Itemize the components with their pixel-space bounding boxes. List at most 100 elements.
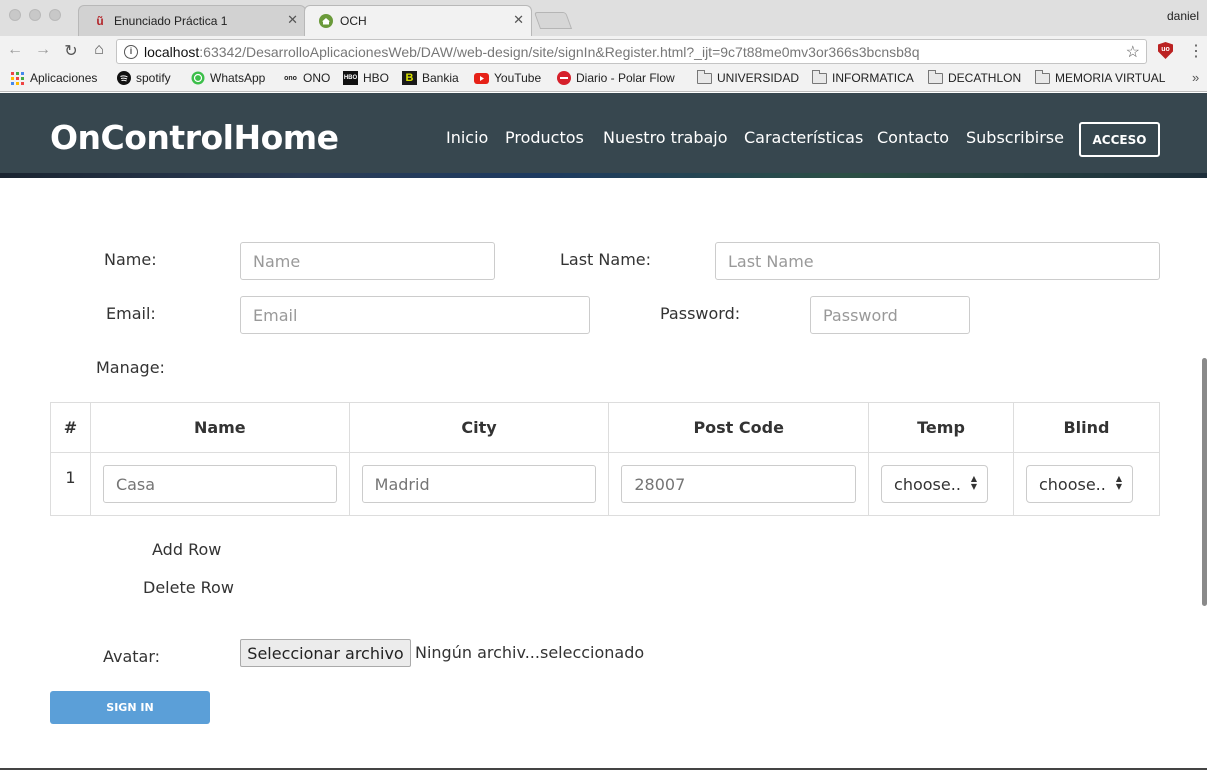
- column-header-blind: Blind: [1012, 402, 1161, 453]
- minimize-window-button[interactable]: [29, 9, 41, 21]
- reload-icon[interactable]: ↻: [62, 41, 80, 61]
- bookmark-label: Bankia: [422, 71, 459, 85]
- bookmark-label: YouTube: [494, 71, 542, 85]
- tab-och[interactable]: OCH ✕: [304, 5, 532, 36]
- hbo-icon: HBO: [343, 71, 358, 85]
- maximize-window-button[interactable]: [49, 9, 61, 21]
- address-bar[interactable]: i localhost :63342/DesarrolloAplicacione…: [116, 39, 1147, 64]
- email-input[interactable]: [240, 296, 590, 334]
- nav-link-inicio[interactable]: Inicio: [446, 128, 488, 147]
- nav-link-caracteristicas[interactable]: Características: [744, 128, 863, 147]
- table-header-row: # Name City Post Code Temp Blind: [50, 402, 1161, 453]
- folder-icon: [812, 69, 827, 85]
- bookmark-aplicaciones[interactable]: Aplicaciones: [10, 71, 97, 85]
- tab-enunciado[interactable]: ũ Enunciado Práctica 1 ✕: [78, 5, 306, 36]
- avatar-label: Avatar:: [103, 647, 161, 666]
- add-row-button[interactable]: Add Row: [152, 540, 221, 559]
- ono-icon: ono: [284, 74, 297, 82]
- manage-table: # Name City Post Code Temp Blind 1 choos…: [50, 402, 1161, 516]
- bookmark-label: ONO: [303, 71, 331, 85]
- new-tab-button[interactable]: [533, 12, 573, 29]
- bookmark-label: WhatsApp: [210, 71, 266, 85]
- bookmark-label: UNIVERSIDAD: [717, 71, 800, 85]
- back-arrow-icon[interactable]: ←: [6, 41, 24, 59]
- tab-title: Enunciado Práctica 1: [114, 13, 228, 28]
- password-label: Password:: [660, 304, 741, 323]
- acceso-button[interactable]: ACCESO: [1079, 122, 1160, 157]
- bookmark-folder-informatica[interactable]: INFORMATICA: [812, 69, 914, 85]
- lastname-input[interactable]: [715, 242, 1160, 280]
- url-host: localhost: [144, 43, 200, 60]
- header-image-strip: [0, 173, 1207, 178]
- name-input[interactable]: [240, 242, 495, 280]
- home-button-icon[interactable]: ⌂: [90, 41, 108, 59]
- university-crest-icon: ũ: [96, 13, 104, 28]
- row-name-input[interactable]: [102, 465, 337, 503]
- delete-row-button[interactable]: Delete Row: [143, 578, 234, 597]
- close-window-button[interactable]: [9, 9, 21, 21]
- table-row: 1 choose.. ▲▼ choose.. ▲▼: [50, 452, 1161, 516]
- blind-select-value: choose..: [1038, 474, 1106, 494]
- bankia-icon: B: [402, 71, 417, 85]
- polar-icon: [556, 71, 571, 85]
- folder-icon: [1035, 69, 1050, 85]
- bookmark-label: MEMORIA VIRTUAL: [1055, 71, 1166, 85]
- home-icon: [318, 13, 334, 29]
- select-caret-icon: ▲ ▼: [970, 474, 978, 491]
- bookmark-hbo[interactable]: HBO HBO: [343, 71, 389, 85]
- row-blind-select[interactable]: choose.. ▲ ▼: [1025, 465, 1133, 503]
- bookmark-polar-flow[interactable]: Diario - Polar Flow: [556, 71, 675, 85]
- choose-file-button[interactable]: Seleccionar archivo: [240, 639, 411, 667]
- bookmark-label: Aplicaciones: [30, 71, 98, 85]
- select-caret-icon: ▲ ▼: [1115, 474, 1122, 491]
- url-path: :63342/DesarrolloAplicacionesWeb/DAW/web…: [199, 43, 920, 60]
- name-label: Name:: [104, 250, 157, 269]
- bookmark-bankia[interactable]: B Bankia: [402, 71, 459, 85]
- manage-label: Manage:: [96, 358, 165, 377]
- bookmark-folder-decathlon[interactable]: DECATHLON: [928, 69, 1021, 85]
- password-input[interactable]: [810, 296, 970, 334]
- browser-menu-icon[interactable]: ⋮: [1188, 41, 1204, 61]
- sign-in-button[interactable]: SIGN IN: [50, 691, 210, 724]
- bookmark-spotify[interactable]: spotify: [116, 71, 171, 85]
- bookmarks-overflow-button[interactable]: »: [1192, 70, 1199, 85]
- spotify-icon: [116, 71, 131, 85]
- profile-name[interactable]: daniel: [1167, 9, 1199, 23]
- lastname-label: Last Name:: [560, 250, 652, 269]
- bookmark-star-icon[interactable]: ☆: [1126, 42, 1140, 62]
- row-number: 1: [50, 452, 91, 516]
- close-tab-icon[interactable]: ✕: [287, 12, 298, 28]
- site-navbar: OnControlHome Inicio Productos Nuestro t…: [0, 93, 1207, 178]
- bookmark-folder-memoria-virtual[interactable]: MEMORIA VIRTUAL: [1035, 69, 1166, 85]
- column-header-name: Name: [89, 402, 350, 453]
- bookmarks-bar: Aplicaciones spotify WhatsApp ono ONO HB…: [0, 66, 1207, 92]
- bookmark-label: HBO: [363, 71, 390, 85]
- nav-link-contacto[interactable]: Contacto: [877, 128, 949, 147]
- column-header-city: City: [348, 402, 610, 453]
- page-scrollbar[interactable]: [1202, 358, 1207, 606]
- column-header-temp: Temp: [868, 402, 1014, 453]
- file-status-text: Ningún archiv...seleccionado: [415, 643, 645, 662]
- column-header-post-code: Post Code: [608, 402, 870, 453]
- nav-link-productos[interactable]: Productos: [505, 128, 584, 147]
- close-tab-icon[interactable]: ✕: [513, 12, 524, 28]
- nav-link-subscribirse[interactable]: Subscribirse: [966, 128, 1064, 147]
- browser-toolbar: ← → ↻ ⌂ i localhost :63342/DesarrolloApl…: [0, 36, 1207, 66]
- bookmark-label: INFORMATICA: [832, 71, 914, 85]
- bookmark-ono[interactable]: ono ONO: [283, 71, 330, 85]
- row-city-input[interactable]: [361, 465, 597, 503]
- info-icon[interactable]: i: [124, 44, 138, 59]
- site-brand[interactable]: OnControlHome: [50, 118, 339, 157]
- bookmark-folder-universidad[interactable]: UNIVERSIDAD: [697, 69, 800, 85]
- bookmark-youtube[interactable]: YouTube: [474, 71, 541, 85]
- bookmark-label: Diario - Polar Flow: [576, 71, 675, 85]
- temp-select-value: choose..: [894, 474, 961, 494]
- youtube-icon: [474, 71, 489, 85]
- row-postcode-input[interactable]: [621, 465, 857, 503]
- bookmark-whatsapp[interactable]: WhatsApp: [190, 71, 265, 85]
- forward-arrow-icon[interactable]: →: [34, 41, 52, 59]
- row-temp-select[interactable]: choose.. ▲ ▼: [881, 465, 989, 503]
- nav-link-nuestro-trabajo[interactable]: Nuestro trabajo: [603, 128, 728, 147]
- whatsapp-icon: [190, 71, 205, 85]
- column-header-number: #: [50, 402, 91, 453]
